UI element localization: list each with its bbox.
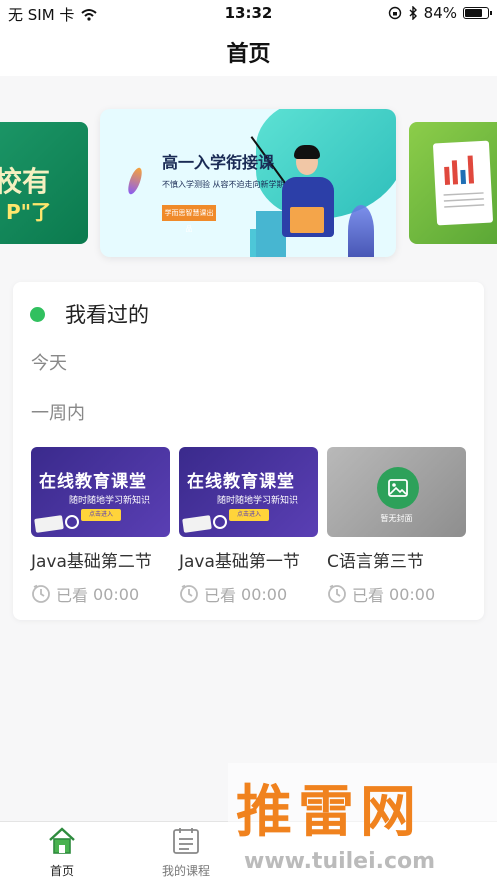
thumb-button: 点击进入 [229,509,269,521]
course-thumbnail[interactable]: 在线教育课堂 随时随地学习新知识 点击进入 [31,447,170,537]
watched-time: 00:00 [389,584,436,604]
tab-home[interactable]: 首页 [12,826,112,879]
course-card[interactable]: 在线教育课堂 随时随地学习新知识 点击进入 Java基础第二节 已看 00:00 [31,447,170,606]
battery-fill [465,9,482,17]
no-cover-text: 暂无封面 [380,514,413,523]
banner-carousel[interactable]: 校有 P"了 高一入学衔接课 不慎入学测验 从容不迫走向新学期 学而思智慧课出品 [0,76,497,276]
home-icon [49,827,75,854]
tab-my-courses[interactable]: 我的课程 [136,826,236,879]
banner-prev-main-text: 校有 [0,165,51,198]
banner-prev-sub-text: P"了 [6,200,52,224]
clock-icon [328,584,346,603]
watched-label: 已看 [352,586,385,605]
course-name: Java基础第一节 [179,552,300,572]
course-watch-meta: 已看 00:00 [327,582,466,606]
course-thumbnail[interactable]: 在线教育课堂 随时随地学习新知识 点击进入 [179,447,318,537]
chart-paper-illustration [432,140,494,226]
group-week-label: 一周内 [31,403,85,424]
battery-icon [463,7,492,19]
feather-icon [125,166,145,196]
history-heading: 我看过的 [65,303,149,327]
nav-bar: 首页 [0,26,497,76]
book-icon [182,515,212,533]
page-title: 首页 [226,42,271,67]
orientation-lock-icon [388,6,401,20]
thumb-button: 点击进入 [81,509,121,521]
image-placeholder-icon [388,479,408,497]
banner-current[interactable]: 高一入学衔接课 不慎入学测验 从容不迫走向新学期 学而思智慧课出品 [100,109,396,257]
teacher-hair [294,145,320,159]
thumb-title: 在线教育课堂 [39,472,147,492]
watched-label: 已看 [204,586,237,605]
plant-decor [348,205,374,257]
course-card[interactable]: 在线教育课堂 随时随地学习新知识 点击进入 Java基础第一节 已看 00:00 [179,447,318,606]
course-watch-meta: 已看 00:00 [31,582,170,606]
watched-label: 已看 [56,586,89,605]
no-cover-badge [377,467,419,509]
magnifier-icon [65,515,79,529]
clock-icon [180,584,198,603]
battery-percent: 84% [423,4,457,22]
thumb-title: 在线教育课堂 [187,472,295,492]
status-right: 84% [388,4,492,22]
watched-time: 00:00 [93,584,140,604]
banner-tag: 学而思智慧课出品 [162,205,216,233]
group-today-label: 今天 [31,353,67,374]
thumb-subtitle: 随时随地学习新知识 [69,496,151,506]
teacher-illustration [278,145,336,249]
watermark-url: www.tuilei.com [244,849,436,874]
course-name: Java基础第二节 [31,552,152,572]
bluetooth-icon [409,6,417,20]
clock-icon [32,584,50,603]
book-icon [290,207,324,233]
banner-next[interactable] [409,122,497,244]
section-dot [30,307,45,322]
course-card[interactable]: 暂无封面 C语言第三节 已看 00:00 [327,447,466,606]
book-icon [34,515,64,533]
bar-chart-icon [443,155,485,208]
thumb-subtitle: 随时随地学习新知识 [217,496,299,506]
tab-my-courses-label: 我的课程 [161,864,210,878]
course-name: C语言第三节 [327,552,424,572]
history-card: 我看过的 今天 一周内 在线教育课堂 随时随地学习新知识 点击进入 Java基础… [13,282,484,620]
course-watch-meta: 已看 00:00 [179,582,318,606]
banner-subline: 不慎入学测验 从容不迫走向新学期 [162,180,285,189]
tab-home-label: 首页 [49,864,74,878]
watermark-brand: 推雷网 [236,780,422,845]
banner-prev[interactable]: 校有 P"了 [0,122,88,244]
magnifier-icon [213,515,227,529]
banner-headline: 高一入学衔接课 [162,153,275,172]
course-list-icon [173,828,199,854]
course-thumbnail[interactable]: 暂无封面 [327,447,466,537]
watched-time: 00:00 [241,584,288,604]
status-bar: 无 SIM 卡 13:32 84% [0,0,497,26]
watermark-overlay: 推雷网 www.tuilei.com [228,763,497,883]
